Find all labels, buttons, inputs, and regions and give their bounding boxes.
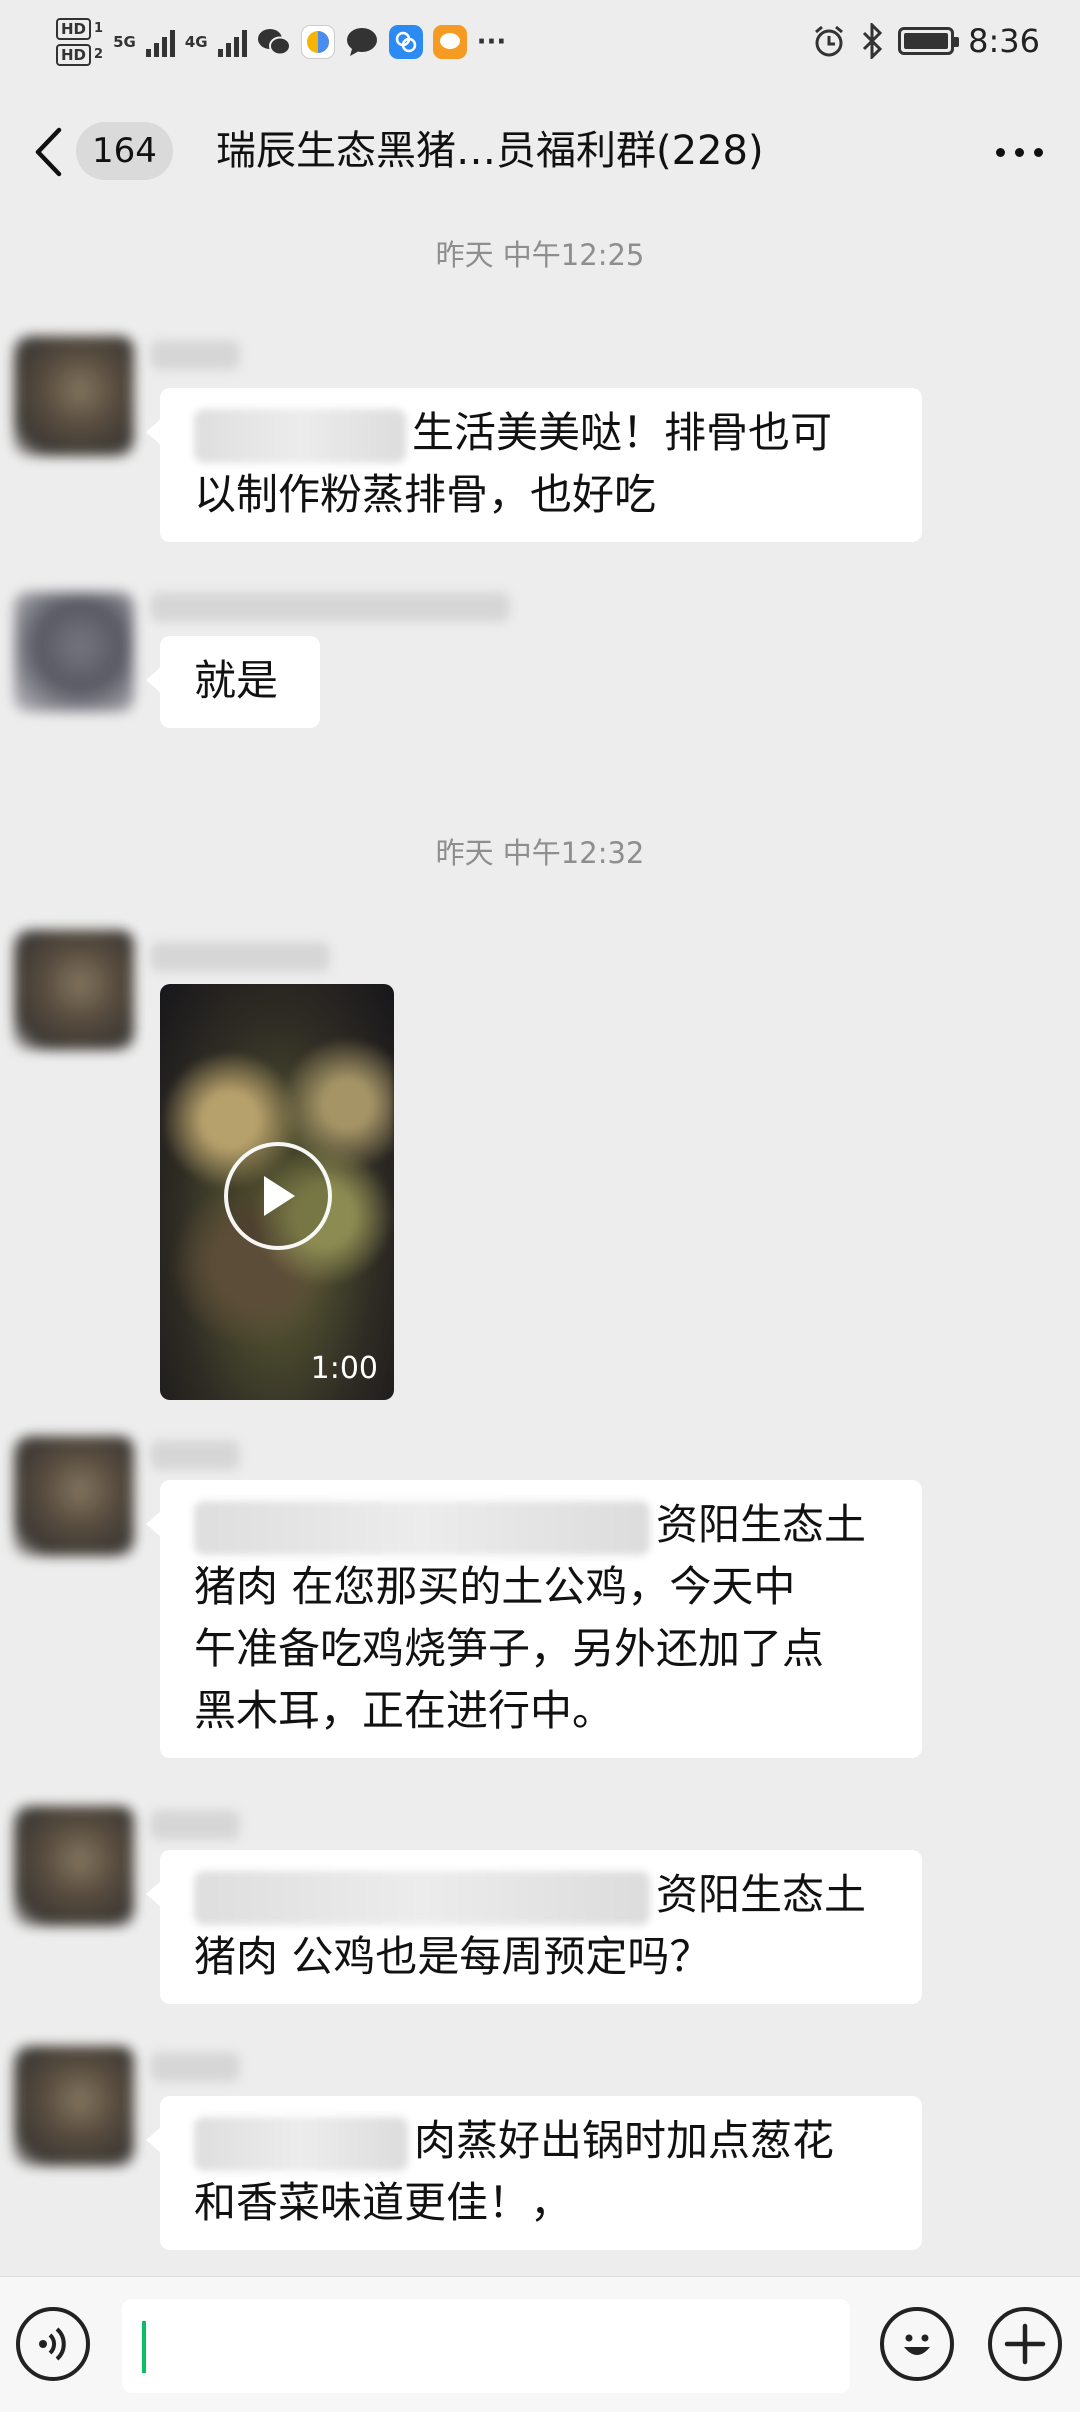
sender-name-blurred (150, 340, 240, 370)
hd1-sub: 1 (94, 21, 104, 36)
network-4g-label: 4G (184, 33, 208, 51)
wechat-icon (257, 25, 291, 59)
video-duration: 1:00 (310, 1351, 378, 1386)
avatar[interactable] (14, 930, 134, 1050)
link-app-icon (388, 25, 423, 59)
emoji-button[interactable] (880, 2307, 954, 2381)
message-text: 资阳生态土 (656, 1870, 867, 1919)
avatar[interactable] (14, 1436, 134, 1556)
alarm-icon (815, 25, 844, 57)
message-text: 生活美美哒！排骨也可 (412, 408, 833, 457)
plus-icon (1004, 2323, 1046, 2365)
message-text: 午准备吃鸡烧笋子，另外还加了点 (194, 1624, 825, 1673)
message-text: 就是 (194, 656, 279, 705)
timestamp-1: 昨天 中午12:25 (435, 238, 645, 272)
hd2-badge: HD (56, 44, 92, 66)
text-caret (142, 2321, 146, 2373)
signal-bars-icon-2 (217, 27, 247, 57)
message-input[interactable] (122, 2299, 850, 2393)
more-button[interactable] (986, 130, 1052, 174)
browser-app-icon (300, 25, 335, 59)
network-5g-label: 5G (113, 33, 136, 51)
battery-icon (898, 27, 960, 55)
message-text: 猪肉 在您那买的土公鸡，今天中 (194, 1562, 796, 1611)
message-text: 黑木耳，正在进行中。 (194, 1686, 615, 1735)
voice-icon (39, 2327, 66, 2361)
sender-name-blurred (150, 942, 330, 972)
more-notifications-icon: ··· (476, 27, 507, 57)
message-text: 猪肉 公鸡也是每周预定吗？ (194, 1932, 712, 1981)
mention-blurred (194, 1870, 650, 1925)
avatar[interactable] (14, 2046, 134, 2166)
chat-header: 164 瑞辰生态黑猪…员福利群(228) (0, 98, 1080, 206)
sender-name-blurred (150, 592, 510, 622)
more-dots-icon (995, 147, 1005, 157)
sim-hd-indicators: HD 1 HD 2 (56, 18, 103, 66)
unread-count-badge[interactable]: 164 (76, 122, 173, 180)
chevron-left-icon (35, 127, 62, 177)
play-button[interactable] (224, 1142, 332, 1250)
emoji-icon (904, 2334, 930, 2355)
avatar[interactable] (14, 1806, 134, 1926)
message-bubble[interactable]: 就是 (146, 636, 320, 728)
plus-button[interactable] (988, 2307, 1062, 2381)
message-bubble[interactable]: 资阳生态土 猪肉 公鸡也是每周预定吗？ (146, 1850, 922, 2004)
message-text: 以制作粉蒸排骨，也好吃 (194, 470, 657, 519)
signal-bars-icon (145, 27, 175, 57)
video-message[interactable]: 1:00 (160, 984, 394, 1400)
message-bubble[interactable]: 肉蒸好出锅时加点葱花 和香菜味道更佳！， (146, 2096, 922, 2250)
avatar[interactable] (14, 592, 134, 712)
voice-button[interactable] (16, 2307, 90, 2381)
sender-name-blurred (150, 2052, 240, 2082)
chat-input-bar (0, 2276, 1080, 2412)
message-bubble[interactable]: 生活美美哒！排骨也可 以制作粉蒸排骨，也好吃 (146, 388, 922, 542)
message-text: 和香菜味道更佳！， (194, 2178, 573, 2227)
sender-name-blurred (150, 1810, 240, 1840)
hd2-sub: 2 (94, 47, 104, 62)
message-bubble-icon (345, 25, 379, 59)
clock-time: 8:36 (968, 22, 1040, 60)
sender-name-blurred (150, 1440, 240, 1470)
back-button[interactable] (22, 122, 74, 182)
status-bar: HD 1 HD 2 5G 4G ··· 8:36 (0, 0, 1080, 98)
chat-title[interactable]: 瑞辰生态黑猪…员福利群(228) (216, 120, 856, 182)
message-bubble[interactable]: 资阳生态土 猪肉 在您那买的土公鸡，今天中 午准备吃鸡烧笋子，另外还加了点 黑木… (146, 1480, 922, 1758)
message-text: 肉蒸好出锅时加点葱花 (414, 2116, 835, 2165)
mention-blurred (194, 2116, 408, 2171)
play-icon (264, 1176, 295, 1216)
mention-blurred (194, 1500, 650, 1555)
message-text: 资阳生态土 (656, 1500, 867, 1549)
chat-app-icon (432, 25, 467, 59)
mention-blurred (194, 408, 406, 463)
bluetooth-icon (863, 23, 883, 59)
timestamp-2: 昨天 中午12:32 (435, 836, 645, 870)
avatar[interactable] (14, 336, 134, 456)
hd1-badge: HD (56, 18, 92, 40)
